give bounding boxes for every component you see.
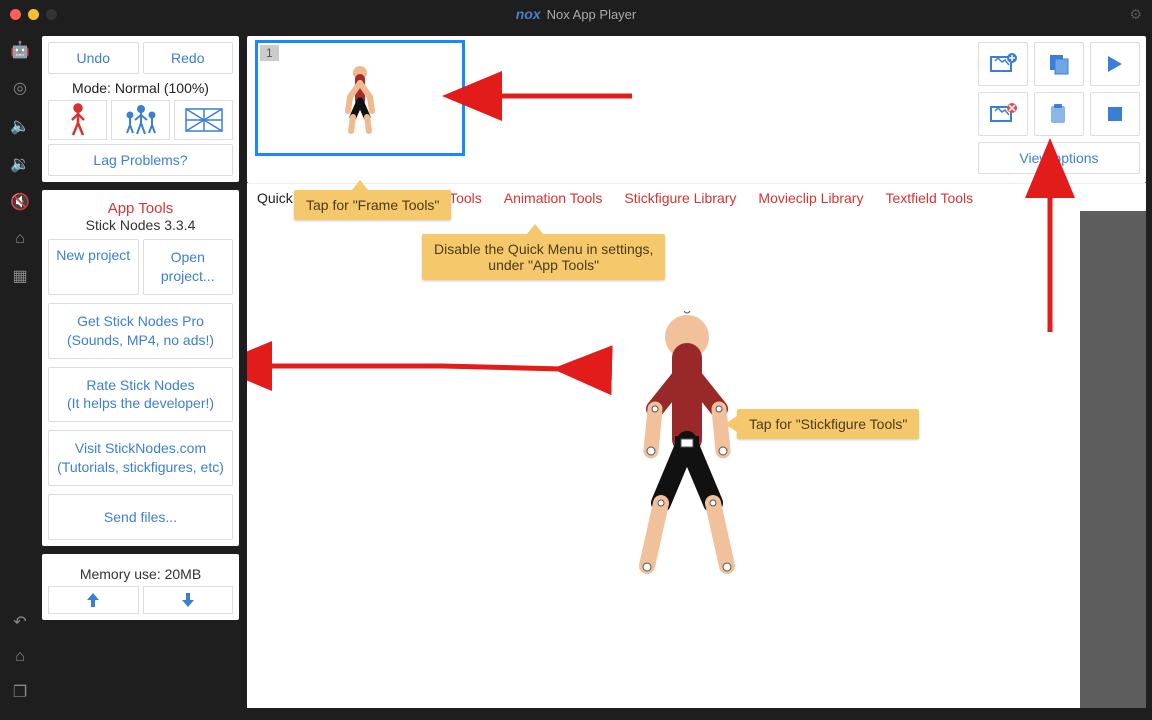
multi-stickfigure-button[interactable] [111,100,170,140]
title-center: nox Nox App Player [516,6,637,22]
single-stickfigure-button[interactable] [48,100,107,140]
rate-line2: (It helps the developer!) [53,394,228,413]
textfield-tools-menu[interactable]: Textfield Tools [885,190,973,206]
timeline-tool-cluster: View options [978,42,1140,174]
stop-icon [1107,106,1123,122]
disable-quick-callout: Disable the Quick Menu in settings, unde… [422,234,665,280]
scroll-down-button[interactable] [143,586,234,614]
robot-icon[interactable]: 🤖 [10,40,30,60]
view-options-button[interactable]: View options [978,142,1140,174]
paste-button[interactable] [1034,92,1084,136]
copy-icon [1048,53,1070,75]
app-tools-card: App Tools Stick Nodes 3.3.4 New project … [42,190,239,546]
arrow-up-icon [86,592,100,608]
undo-button[interactable]: Undo [48,42,139,74]
visit-line1: Visit StickNodes.com [53,439,228,458]
mute-icon[interactable]: 🔇 [10,192,30,212]
nox-logo: nox [516,6,541,22]
version-label: Stick Nodes 3.3.4 [48,217,233,235]
rate-line1: Rate Stick Nodes [53,376,228,395]
lag-problems-button[interactable]: Lag Problems? [48,144,233,176]
location-icon[interactable]: ◎ [13,78,27,98]
memory-label: Memory use: 20MB [48,560,233,586]
get-pro-line2: (Sounds, MP4, no ads!) [53,331,228,350]
stickfigure-library-menu[interactable]: Stickfigure Library [624,190,736,206]
movieclip-library-menu[interactable]: Movieclip Library [758,190,863,206]
stick-multi-icon [121,103,161,137]
new-project-button[interactable]: New project [48,239,139,295]
grid-icon[interactable]: ▦ [12,266,27,286]
frame-thumbnail-1[interactable]: 1 [255,40,465,156]
memory-card: Memory use: 20MB [42,554,239,620]
window-titlebar: nox Nox App Player ⚙ [0,0,1152,28]
volume-icon[interactable]: 🔈 [10,116,30,136]
timeline-row: 1 [247,36,1146,183]
settings-gear-icon[interactable]: ⚙ [1129,6,1142,23]
rate-button[interactable]: Rate Stick Nodes (It helps the developer… [48,367,233,423]
stop-button[interactable] [1090,92,1140,136]
scroll-up-button[interactable] [48,586,139,614]
delete-frame-button[interactable] [978,92,1028,136]
copy-button[interactable] [1034,42,1084,86]
maximize-window-icon[interactable] [46,9,57,20]
frame-tools-callout: Tap for "Frame Tools" [294,190,451,220]
add-frame-button[interactable] [978,42,1028,86]
volume-down-icon[interactable]: 🔉 [10,154,30,174]
canvas-area: 1 [247,36,1146,708]
screenshot-icon[interactable]: ⌂ [15,230,25,248]
camera-grid-button[interactable] [174,100,233,140]
app-tools-panel: Undo Redo Mode: Normal (100%) Lag [42,36,239,708]
send-files-button[interactable]: Send files... [48,494,233,540]
window-title: Nox App Player [547,7,637,22]
frame-number: 1 [260,45,279,61]
stickfigure-on-canvas[interactable] [617,311,757,584]
quick-menu-label[interactable]: Quick [257,190,293,206]
play-icon [1106,54,1124,74]
visit-line2: (Tutorials, stickfigures, etc) [53,458,228,477]
emulator-sidebar: 🤖 ◎ 🔈 🔉 🔇 ⌂ ▦ ↶ ⌂ ❐ [0,28,40,720]
window-controls [10,9,57,20]
stick-single-icon [67,103,89,137]
top-controls-card: Undo Redo Mode: Normal (100%) Lag [42,36,239,182]
recents-icon[interactable]: ❐ [13,682,27,702]
stickfigure-tools-callout: Tap for "Stickfigure Tools" [737,409,919,439]
add-frame-icon [989,53,1017,75]
mode-label: Mode: Normal (100%) [48,74,233,100]
close-window-icon[interactable] [10,9,21,20]
frame-thumb-stick-icon [340,65,380,138]
paste-icon [1049,103,1069,125]
home-icon[interactable]: ⌂ [15,648,25,666]
canvas-main[interactable] [247,211,1146,708]
visit-site-button[interactable]: Visit StickNodes.com (Tutorials, stickfi… [48,430,233,486]
canvas-white[interactable] [247,211,1080,708]
get-pro-button[interactable]: Get Stick Nodes Pro (Sounds, MP4, no ads… [48,303,233,359]
minimize-window-icon[interactable] [28,9,39,20]
animation-tools-menu[interactable]: Animation Tools [504,190,603,206]
app-tools-heading: App Tools [48,196,233,217]
arrow-down-icon [181,592,195,608]
back-icon[interactable]: ↶ [13,612,26,632]
play-button[interactable] [1090,42,1140,86]
canvas-overflow [1080,211,1146,708]
delete-frame-icon [989,103,1017,125]
open-project-button[interactable]: Open project... [143,239,234,295]
content-area: Undo Redo Mode: Normal (100%) Lag [40,28,1152,720]
redo-button[interactable]: Redo [143,42,234,74]
camera-grid-icon [184,107,224,133]
get-pro-line1: Get Stick Nodes Pro [53,312,228,331]
